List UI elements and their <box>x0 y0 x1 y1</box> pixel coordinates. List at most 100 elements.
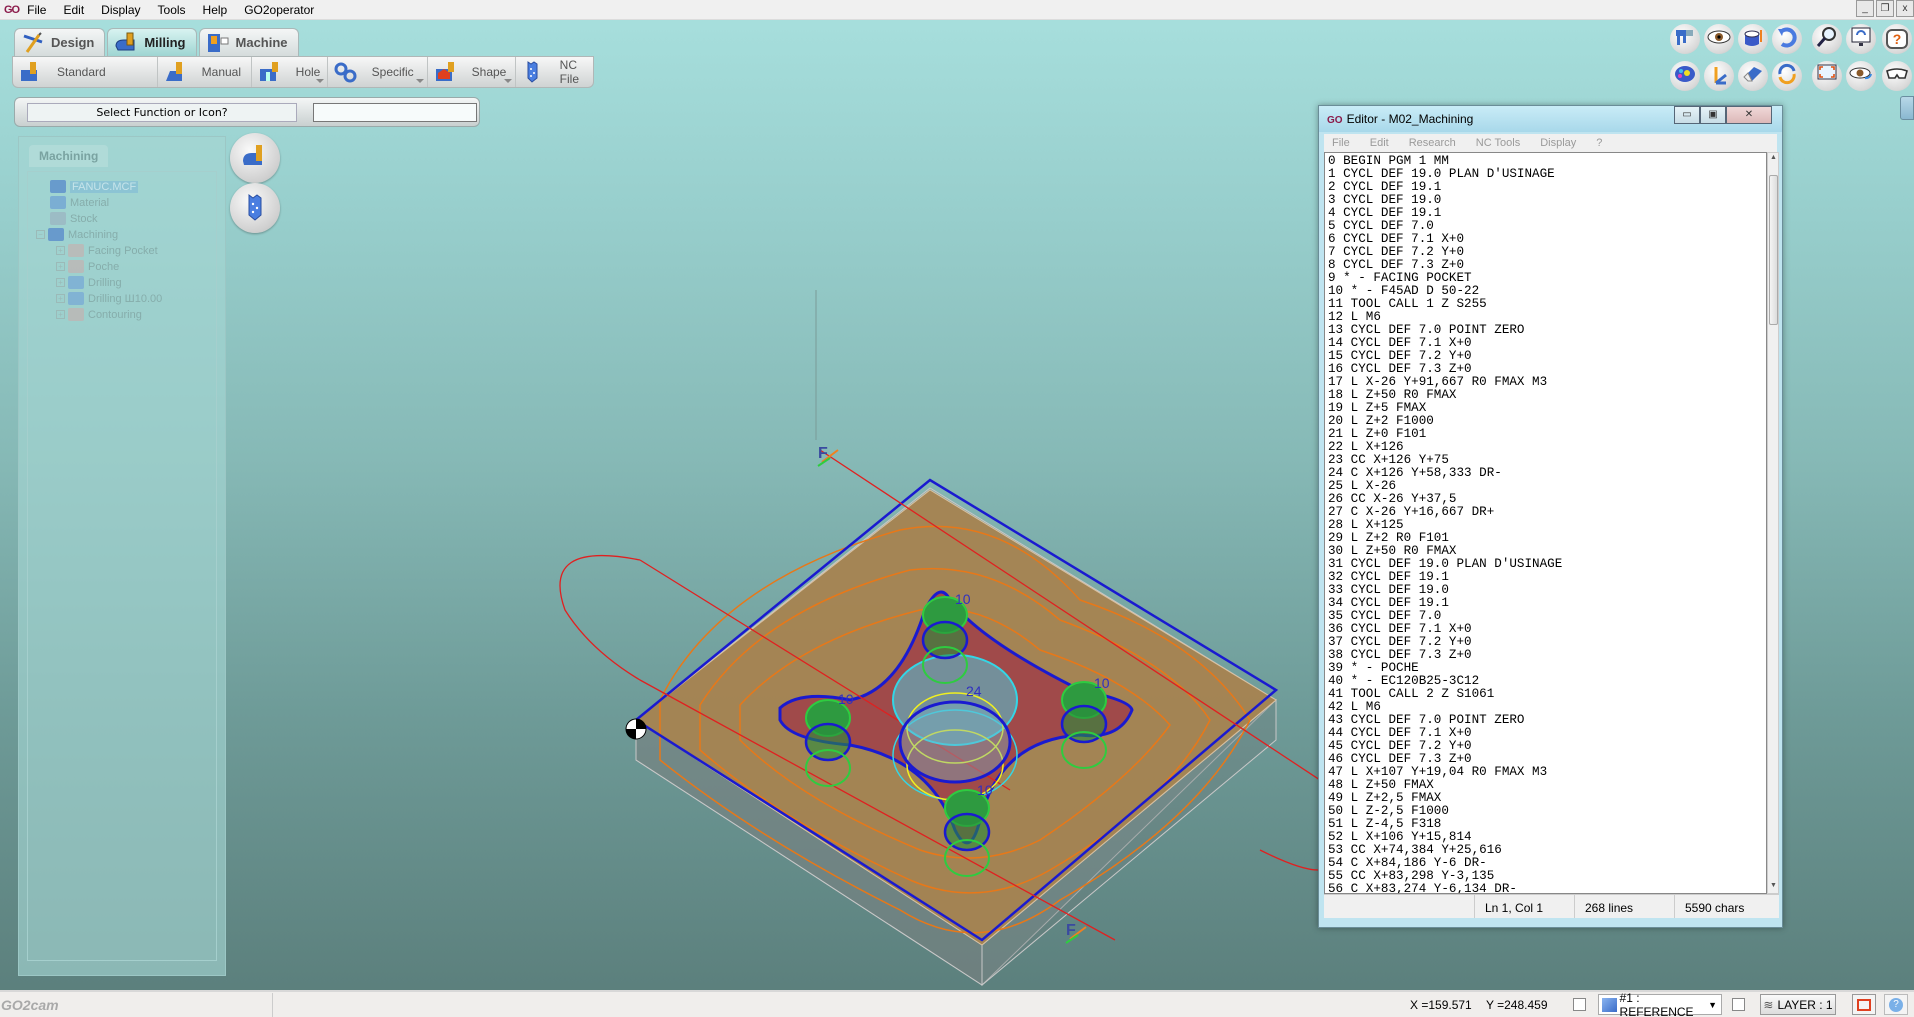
dim-label-left: 10 <box>838 691 854 707</box>
shape-icon <box>434 61 458 83</box>
hole-dropdown-icon[interactable] <box>315 79 324 83</box>
layer-checkbox[interactable] <box>1732 998 1745 1011</box>
shape-button[interactable]: Shape <box>428 57 516 87</box>
editor-window: GO Editor - M02_Machining ▭ ▣ ✕ File Edit… <box>1318 105 1783 928</box>
refresh-screen-button[interactable] <box>1846 24 1876 54</box>
eraser-icon <box>1742 65 1764 88</box>
editor-window-controls: ▭ ▣ ✕ <box>1674 106 1772 124</box>
editor-title: GO Editor - M02_Machining <box>1327 112 1474 126</box>
editor-menu-file[interactable]: File <box>1332 137 1350 149</box>
hole-label: Hole <box>295 65 321 79</box>
manual-label: Manual <box>201 65 242 79</box>
visibility-button[interactable] <box>1704 24 1734 54</box>
menu-edit[interactable]: Edit <box>63 3 84 17</box>
editor-logo: GO <box>1327 115 1343 126</box>
design-icon <box>21 31 45 54</box>
code-line[interactable]: 41 TOOL CALL 2 Z S1061 <box>1328 688 1766 701</box>
tab-machine[interactable]: Machine <box>198 28 299 56</box>
reference-select[interactable]: #1 : REFERENCE ▼ <box>1598 990 1722 1017</box>
code-line[interactable]: 11 TOOL CALL 1 Z S255 <box>1328 298 1766 311</box>
shape-label: Shape <box>471 65 507 79</box>
reference-value: #1 : REFERENCE <box>1619 990 1694 1017</box>
glasses-button[interactable] <box>1882 61 1912 91</box>
menu-display[interactable]: Display <box>101 3 140 17</box>
editor-menu-nc-tools[interactable]: NC Tools <box>1476 137 1520 149</box>
menu-bar: GO File Edit Display Tools Help GO2opera… <box>0 0 1914 20</box>
editor-maximize-button[interactable]: ▣ <box>1700 106 1726 124</box>
char-count: 5590 chars <box>1674 895 1779 918</box>
editor-menu-edit[interactable]: Edit <box>1370 137 1389 149</box>
editor-scrollbar[interactable]: ▲ ▼ <box>1767 152 1779 894</box>
scrollbar-thumb[interactable] <box>1769 175 1778 325</box>
standard-button[interactable]: Standard <box>13 57 158 87</box>
color-palette-button[interactable] <box>1670 61 1700 91</box>
manual-button[interactable]: Manual <box>158 57 252 87</box>
glasses-icon <box>1885 67 1909 86</box>
eye-refresh-button[interactable] <box>1846 61 1876 91</box>
visibility-eye-icon <box>1707 29 1731 50</box>
editor-menu-help[interactable]: ? <box>1596 137 1602 149</box>
editor-menu-display[interactable]: Display <box>1540 137 1576 149</box>
view-box-button[interactable] <box>1852 994 1876 1015</box>
line-count: 268 lines <box>1574 895 1674 918</box>
specific-dropdown-icon[interactable] <box>415 79 424 83</box>
editor-minimize-button[interactable]: ▭ <box>1674 106 1700 124</box>
menu-tools[interactable]: Tools <box>158 3 186 17</box>
x-coordinate: X =159.571 <box>1410 998 1472 1012</box>
3d-viewport[interactable]: 10 10 10 10 24 F F Z Y X <box>0 120 1318 990</box>
layer-value: LAYER : 1 <box>1777 997 1833 1012</box>
frame-marker-bottom: F <box>1065 922 1087 944</box>
editor-close-button[interactable]: ✕ <box>1726 106 1772 124</box>
help-button[interactable]: ? <box>1882 24 1912 54</box>
hole-button[interactable]: Hole <box>252 57 328 87</box>
fit-screen-button[interactable] <box>1812 61 1842 91</box>
shape-dropdown-icon[interactable] <box>503 79 512 83</box>
dim-label-bore: 24 <box>966 683 982 699</box>
tab-design-label: Design <box>51 35 95 50</box>
nc-file-icon <box>522 61 546 83</box>
nc-code-textarea[interactable]: 0 BEGIN PGM 1 MM 1 CYCL DEF 19.0 PLAN D'U… <box>1324 152 1767 894</box>
specific-button[interactable]: Specific <box>328 57 428 87</box>
editor-statusbar: Ln 1, Col 1 268 lines 5590 chars <box>1324 894 1779 918</box>
filter-button[interactable] <box>1900 96 1914 120</box>
restore-button[interactable]: ❐ <box>1876 0 1894 17</box>
color-palette-icon <box>1674 64 1696 89</box>
rotate-button[interactable] <box>1772 61 1802 91</box>
minimize-button[interactable]: _ <box>1856 0 1874 17</box>
nc-file-button[interactable]: NC File <box>516 57 593 87</box>
main-tabs: Design Milling Machine <box>14 28 301 56</box>
reference-checkbox[interactable] <box>1573 998 1586 1011</box>
info-button[interactable]: ? <box>1884 994 1908 1015</box>
menu-help[interactable]: Help <box>203 3 228 17</box>
zoom-button[interactable] <box>1812 24 1842 54</box>
standard-label: Standard <box>57 65 106 79</box>
milling-icon <box>114 32 138 54</box>
editor-menu-research[interactable]: Research <box>1409 137 1456 149</box>
layer-button[interactable]: ≋ LAYER : 1 <box>1760 994 1836 1015</box>
layers-icon: ≋ <box>1763 997 1774 1012</box>
dim-label-bottom: 10 <box>977 782 993 798</box>
undo-icon <box>1776 26 1798 53</box>
tab-milling[interactable]: Milling <box>107 28 197 56</box>
brand-label: GO2cam <box>1 996 59 1013</box>
view-orientation-button[interactable] <box>1670 24 1700 54</box>
scroll-down-icon[interactable]: ▼ <box>1769 882 1778 892</box>
fit-screen-icon <box>1816 63 1838 90</box>
tool-orientation-button[interactable] <box>1738 24 1768 54</box>
undo-button[interactable] <box>1772 24 1802 54</box>
tab-design[interactable]: Design <box>14 28 106 56</box>
menu-file[interactable]: File <box>27 3 46 17</box>
editor-titlebar[interactable]: GO Editor - M02_Machining ▭ ▣ ✕ <box>1319 106 1782 132</box>
scroll-up-icon[interactable]: ▲ <box>1769 154 1778 164</box>
code-line[interactable]: 56 C X+83,274 Y-6,134 DR- <box>1328 883 1766 894</box>
menu-go2operator[interactable]: GO2operator <box>244 3 314 17</box>
eraser-button[interactable] <box>1738 61 1768 91</box>
app-logo: GO <box>4 3 20 16</box>
chevron-down-icon: ▼ <box>1708 999 1717 1010</box>
cursor-position: Ln 1, Col 1 <box>1474 895 1574 918</box>
close-button[interactable]: x <box>1896 0 1914 17</box>
zoom-magnifier-icon <box>1816 26 1838 53</box>
axis-frame-button[interactable] <box>1704 61 1734 91</box>
refresh-screen-icon <box>1850 26 1872 53</box>
box-view-icon <box>1857 999 1871 1011</box>
